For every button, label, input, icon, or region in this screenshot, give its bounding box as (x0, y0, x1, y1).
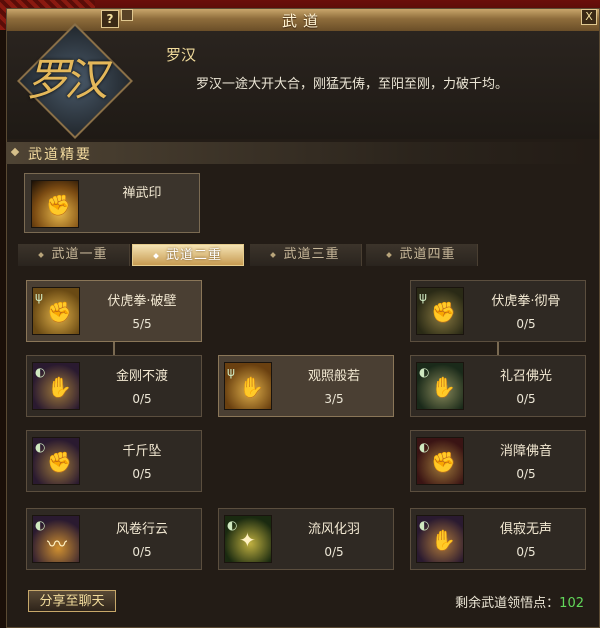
tier-tabs: 武道一重 武道二重 武道三重 武道四重 (18, 244, 578, 268)
palm-glyph: ✋ (431, 375, 456, 399)
branch-icon: ψ (419, 290, 427, 304)
swirl-icon: ◐ (227, 518, 238, 532)
feather-glyph: ✦ (239, 528, 256, 552)
emblem-logo-text: 罗汉 (26, 55, 108, 106)
class-name: 罗汉 (166, 46, 197, 64)
skill-name: 金刚不渡 (115, 369, 168, 384)
fist-icon: ✊ (46, 193, 71, 217)
skill-points: 0/5 (516, 392, 536, 406)
skill-points: 5/5 (132, 317, 152, 331)
branch-icon: ψ (35, 290, 43, 304)
skill-card[interactable]: ψ ✊ 伏虎拳·破壁 5/5 (26, 280, 202, 342)
fist-glyph: ✊ (431, 450, 456, 474)
skill-name: 风卷行云 (115, 522, 168, 537)
feather-icon[interactable]: ◐ ✦ (224, 515, 272, 563)
tab-tier-3[interactable]: 武道三重 (250, 244, 362, 266)
swirl-icon: ◐ (35, 365, 46, 379)
swirl-icon: ◐ (35, 440, 46, 454)
tab-tier-2[interactable]: 武道二重 (132, 244, 244, 266)
skill-points: 0/5 (516, 317, 536, 331)
hand-icon[interactable]: ◐ ✋ (416, 515, 464, 563)
skill-points: 0/5 (324, 545, 344, 559)
wind-glyph: 〰 (47, 532, 67, 556)
branch-icon: ψ (227, 365, 235, 379)
fist-icon[interactable]: ψ ✊ (416, 287, 464, 335)
skill-name: 俱寂无声 (499, 522, 552, 537)
tab-tier-4[interactable]: 武道四重 (366, 244, 478, 266)
diamond-bullet-icon (10, 147, 20, 157)
tab-bullet-icon (153, 252, 159, 259)
remaining-value: 102 (559, 596, 584, 611)
class-description: 罗汉一途大开大合，刚猛无俦，至阳至刚，力破千均。 (196, 77, 509, 92)
tab-label: 武道三重 (283, 247, 340, 262)
wind-icon[interactable]: ◐ 〰 (32, 515, 80, 563)
skill-card[interactable]: ◐ ✋ 金刚不渡 0/5 (26, 355, 202, 417)
core-skill-name: 禅武印 (122, 186, 162, 201)
tab-tier-1[interactable]: 武道一重 (18, 244, 130, 266)
core-skill-card[interactable]: ✊ 禅武印 (24, 173, 200, 233)
swirl-icon: ◐ (419, 440, 430, 454)
swirl-icon: ◐ (419, 365, 430, 379)
tab-bullet-icon (270, 251, 277, 258)
remaining-points: 剩余武道领悟点：102 (455, 592, 584, 611)
remaining-label: 剩余武道领悟点： (455, 596, 560, 611)
tab-label: 武道一重 (51, 247, 108, 262)
fist-glyph: ✊ (431, 300, 456, 324)
close-button[interactable]: X (581, 9, 597, 25)
swirl-icon: ◐ (419, 518, 430, 532)
fist-icon[interactable]: ◐ ✊ (32, 437, 80, 485)
gauntlet-icon[interactable]: ψ ✋ (224, 362, 272, 410)
gauntlet-glyph: ✋ (239, 375, 264, 399)
skill-name: 千斤坠 (122, 444, 162, 459)
tab-bullet-icon (38, 251, 45, 258)
skill-name: 观照般若 (307, 369, 360, 384)
skill-name: 伏虎拳·彻骨 (491, 294, 561, 309)
fist-icon[interactable]: ψ ✊ (32, 287, 80, 335)
core-skill-icon[interactable]: ✊ (31, 180, 79, 228)
tab-label: 武道二重 (165, 248, 222, 263)
skill-card[interactable]: ψ ✋ 观照般若 3/5 (218, 355, 394, 417)
class-emblem: 罗汉 (17, 23, 133, 139)
skill-points: 0/5 (132, 392, 152, 406)
skill-card[interactable]: ◐ ✊ 千斤坠 0/5 (26, 430, 202, 492)
skill-name: 消障佛音 (499, 444, 552, 459)
skill-points: 3/5 (324, 392, 344, 406)
skill-points: 0/5 (516, 545, 536, 559)
skill-card[interactable]: ψ ✊ 伏虎拳·彻骨 0/5 (410, 280, 586, 342)
skill-card[interactable]: ◐ ✦ 流风化羽 0/5 (218, 508, 394, 570)
section-header: 武道精要 (6, 142, 591, 164)
tab-bullet-icon (386, 251, 393, 258)
gauntlet-icon[interactable]: ◐ ✋ (32, 362, 80, 410)
fist-glyph: ✊ (47, 450, 72, 474)
skill-link-line (113, 341, 115, 355)
skill-card[interactable]: ◐ ✊ 消障佛音 0/5 (410, 430, 586, 492)
swirl-icon: ◐ (35, 518, 46, 532)
share-to-chat-button[interactable]: 分享至聊天 (28, 590, 116, 612)
skill-name: 礼召佛光 (499, 369, 552, 384)
skill-points: 0/5 (132, 545, 152, 559)
hand-glyph: ✋ (431, 528, 456, 552)
skill-points: 0/5 (132, 467, 152, 481)
fist-icon[interactable]: ◐ ✊ (416, 437, 464, 485)
section-title: 武道精要 (28, 147, 92, 163)
gauntlet-glyph: ✋ (47, 375, 72, 399)
skill-card[interactable]: ◐ ✋ 礼召佛光 0/5 (410, 355, 586, 417)
skill-name: 流风化羽 (307, 522, 360, 537)
skill-points: 0/5 (516, 467, 536, 481)
palm-icon[interactable]: ◐ ✋ (416, 362, 464, 410)
tab-label: 武道四重 (399, 247, 456, 262)
fist-glyph: ✊ (47, 300, 72, 324)
skill-card[interactable]: ◐ ✋ 俱寂无声 0/5 (410, 508, 586, 570)
pin-icon[interactable] (121, 9, 133, 21)
skill-link-line (497, 341, 499, 355)
skill-name: 伏虎拳·破壁 (107, 294, 177, 309)
skill-card[interactable]: ◐ 〰 风卷行云 0/5 (26, 508, 202, 570)
